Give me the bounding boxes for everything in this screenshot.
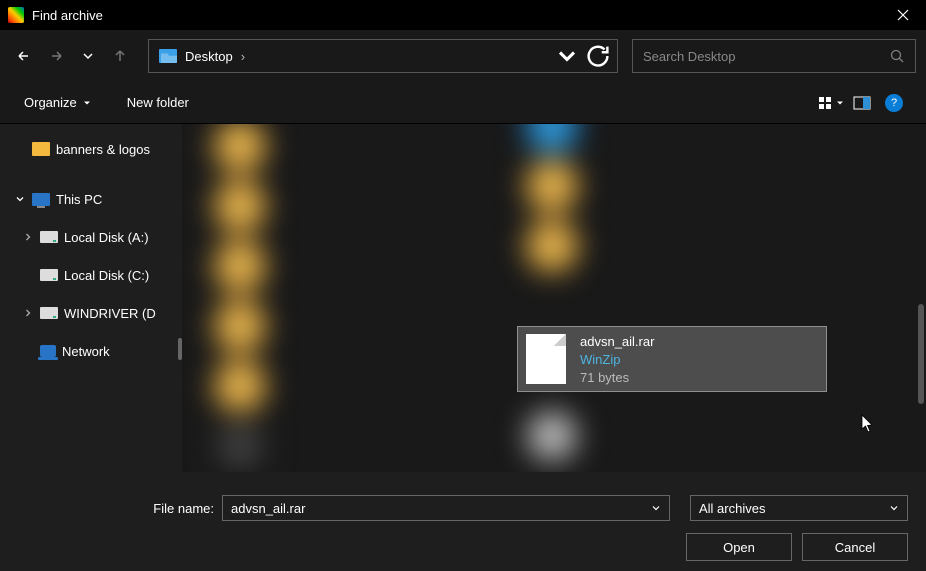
disk-icon: [40, 307, 58, 319]
search-input[interactable]: [643, 49, 889, 64]
chevron-down-icon: [553, 42, 581, 70]
disk-icon: [40, 231, 58, 243]
chevron-down-icon: [889, 503, 899, 513]
help-button[interactable]: ?: [878, 89, 910, 117]
filename-label: File name:: [18, 501, 214, 516]
breadcrumb-dropdown[interactable]: [553, 42, 581, 70]
search-box[interactable]: [632, 39, 916, 73]
new-folder-button[interactable]: New folder: [119, 90, 197, 115]
file-list[interactable]: advsn_ail.rar WinZip 71 bytes: [182, 124, 926, 472]
sidebar-item-windriver[interactable]: WINDRIVER (D: [0, 298, 182, 328]
file-type-filter[interactable]: All archives: [690, 495, 908, 521]
recent-button[interactable]: [74, 42, 102, 70]
view-options-button[interactable]: [814, 89, 846, 117]
sidebar-item-disk-a[interactable]: Local Disk (A:): [0, 222, 182, 252]
desktop-icon: [159, 49, 177, 63]
file-name: advsn_ail.rar: [580, 334, 654, 349]
close-icon: [897, 9, 909, 21]
chevron-right-icon: ›: [233, 49, 253, 64]
organize-label: Organize: [24, 95, 77, 110]
sidebar-item-banners[interactable]: banners & logos: [0, 134, 182, 164]
cancel-button[interactable]: Cancel: [802, 533, 908, 561]
preview-pane-icon: [853, 95, 871, 111]
cursor-icon: [861, 414, 875, 434]
file-item-selected[interactable]: advsn_ail.rar WinZip 71 bytes: [517, 326, 827, 392]
app-icon: [8, 7, 24, 23]
sidebar-item-disk-c[interactable]: Local Disk (C:): [0, 260, 182, 290]
up-button[interactable]: [106, 42, 134, 70]
caret-down-icon: [836, 99, 844, 107]
filter-label: All archives: [699, 501, 889, 516]
forward-button[interactable]: [42, 42, 70, 70]
sidebar-item-this-pc[interactable]: This PC: [0, 184, 182, 214]
organize-button[interactable]: Organize: [16, 90, 99, 115]
network-icon: [40, 345, 56, 357]
filename-input[interactable]: [231, 501, 651, 516]
arrow-left-icon: [16, 48, 32, 64]
close-button[interactable]: [880, 0, 926, 30]
file-icon: [526, 334, 566, 384]
caret-down-icon: [83, 99, 91, 107]
pc-icon: [32, 193, 50, 206]
preview-pane-button[interactable]: [846, 89, 878, 117]
chevron-right-icon: [22, 307, 34, 319]
help-icon: ?: [885, 94, 903, 112]
open-button[interactable]: Open: [686, 533, 792, 561]
chevron-right-icon: [22, 231, 34, 243]
tiles-icon: [817, 95, 833, 111]
file-type: WinZip: [580, 352, 654, 367]
breadcrumb[interactable]: Desktop ›: [148, 39, 618, 73]
window-title: Find archive: [32, 8, 103, 23]
new-folder-label: New folder: [127, 95, 189, 110]
arrow-right-icon: [48, 48, 64, 64]
search-icon: [889, 48, 905, 64]
chevron-down-icon: [80, 48, 96, 64]
file-size: 71 bytes: [580, 370, 654, 385]
arrow-up-icon: [112, 48, 128, 64]
chevron-down-icon[interactable]: [651, 503, 661, 513]
back-button[interactable]: [10, 42, 38, 70]
refresh-icon: [583, 41, 613, 71]
folder-icon: [32, 142, 50, 156]
refresh-button[interactable]: [583, 41, 613, 71]
file-scrollbar[interactable]: [918, 304, 924, 404]
sidebar-tree: banners & logos This PC Local Disk (A:) …: [0, 124, 182, 472]
filename-field[interactable]: [222, 495, 670, 521]
disk-icon: [40, 269, 58, 281]
breadcrumb-location: Desktop: [185, 49, 233, 64]
sidebar-item-network[interactable]: Network: [0, 336, 182, 366]
chevron-down-icon: [14, 193, 26, 205]
